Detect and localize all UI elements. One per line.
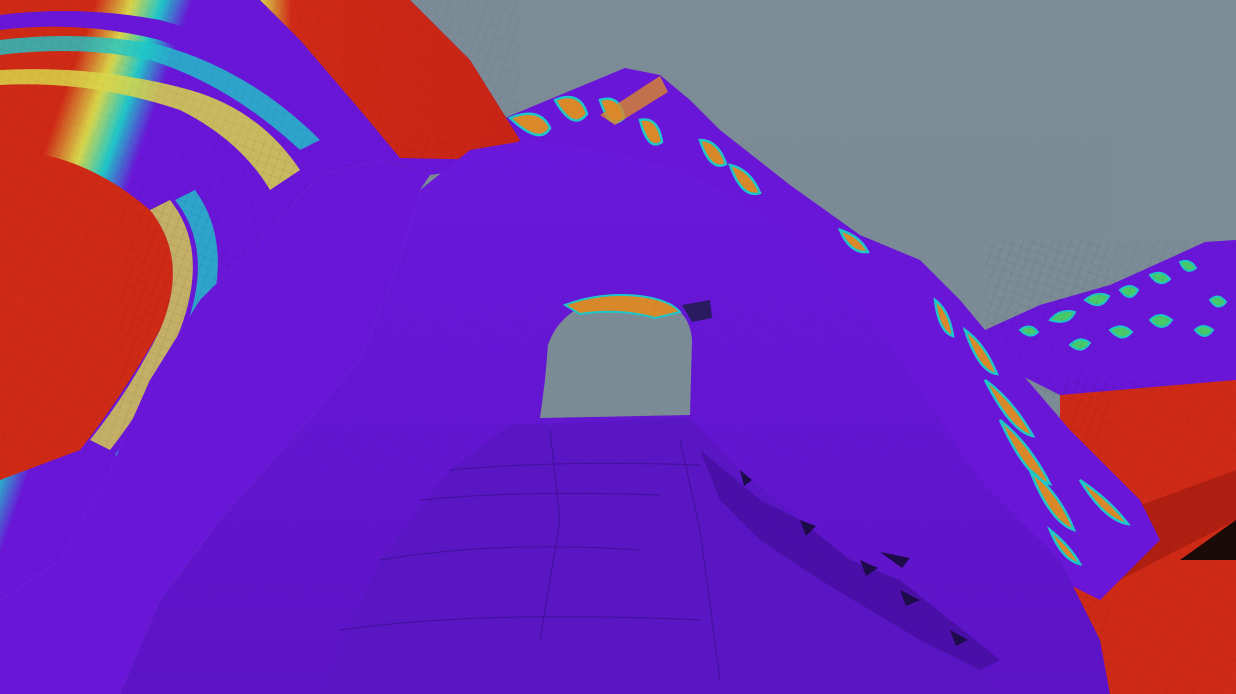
3d-viewport[interactable] bbox=[0, 0, 1236, 694]
terrain-render bbox=[0, 0, 1236, 694]
rock-arch bbox=[0, 140, 1110, 694]
